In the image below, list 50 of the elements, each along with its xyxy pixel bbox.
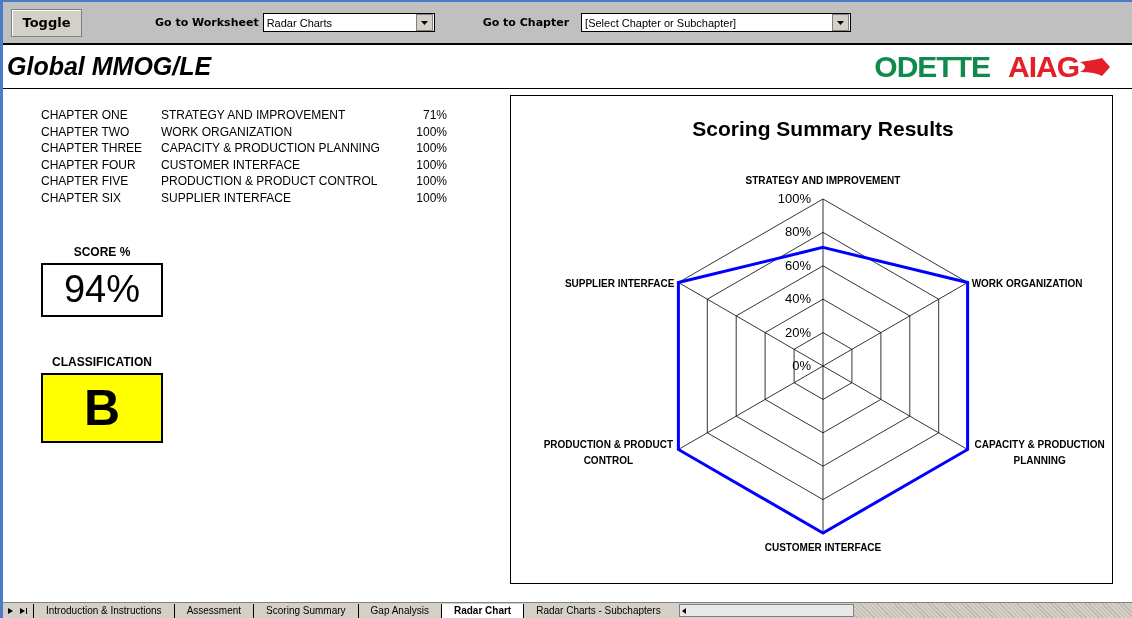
chapter-name: WORK ORGANIZATION [161,124,294,139]
axis-tick-label: 40% [784,291,811,307]
category-label: SUPPLIER INTERFACE [564,277,675,289]
horizontal-scrollbar[interactable] [678,604,854,617]
classification-label: CLASSIFICATION [52,354,152,369]
chapter-name: STRATEGY AND IMPROVEMENT [161,108,347,122]
sheet-tab[interactable]: Radar Chart [440,603,524,618]
chapter-number: CHAPTER ONE [41,108,129,122]
axis-tick-label: 60% [784,257,811,273]
score-value: 94% [41,262,163,317]
chapter-score: 71% [421,108,447,122]
score-label: SCORE % [73,244,131,259]
axis-tick-label: 0% [792,358,811,373]
chapter-label: Go to Chapter [482,16,570,29]
worksheet-label: Go to Worksheet [155,16,259,29]
category-label: WORK ORGANIZATION [971,277,1083,289]
toggle-button[interactable]: Toggle [11,8,82,37]
chapter-dropdown[interactable]: [Select Chapter or Subchapter] [581,13,852,32]
chapter-score: 100% [415,124,447,139]
first-sheet-icon[interactable] [7,606,15,615]
category-label: CAPACITY & PRODUCTION PLANNING [974,438,1105,466]
dropdown-arrow-icon [420,20,428,25]
classification-value: B [41,372,163,443]
category-label: CUSTOMER INTERFACE [764,542,882,553]
chart-title: Scoring Summary Results [692,117,954,140]
page-title: Global MMOG/LE [7,52,212,81]
chapter-score: 100% [415,157,447,172]
chapter-score: 100% [415,190,447,205]
chapter-name: SUPPLIER INTERFACE [161,190,293,205]
odette-logo: ODETTE [874,49,990,84]
chapter-number: CHAPTER THREE [41,141,144,155]
axis-tick-label: 100% [777,191,811,206]
chapter-name: CUSTOMER INTERFACE [161,157,302,172]
last-sheet-icon[interactable] [19,606,29,615]
chapter-number: CHAPTER TWO [41,124,131,139]
chapter-number: CHAPTER FOUR [41,157,137,172]
category-label: PRODUCTION & PRODUCT CONTROL [543,438,674,466]
chapter-number: CHAPTER SIX [41,190,122,205]
axis-tick-label: 80% [784,224,811,240]
axis-tick-label: 20% [784,324,811,340]
worksheet-dropdown[interactable]: Radar Charts [262,13,435,32]
dropdown-arrow-icon [837,20,845,25]
arrow-swoosh-icon [1080,57,1110,76]
chapter-score: 100% [415,174,447,188]
chapter-name: CAPACITY & PRODUCTION PLANNING [161,141,381,155]
chapter-score: 100% [415,141,447,155]
chapter-number: CHAPTER FIVE [41,174,130,188]
chapter-name: PRODUCTION & PRODUCT CONTROL [161,174,379,188]
aiag-logo: AIAG [1008,49,1079,84]
category-label: STRATEGY AND IMPROVEMENT [745,175,901,186]
